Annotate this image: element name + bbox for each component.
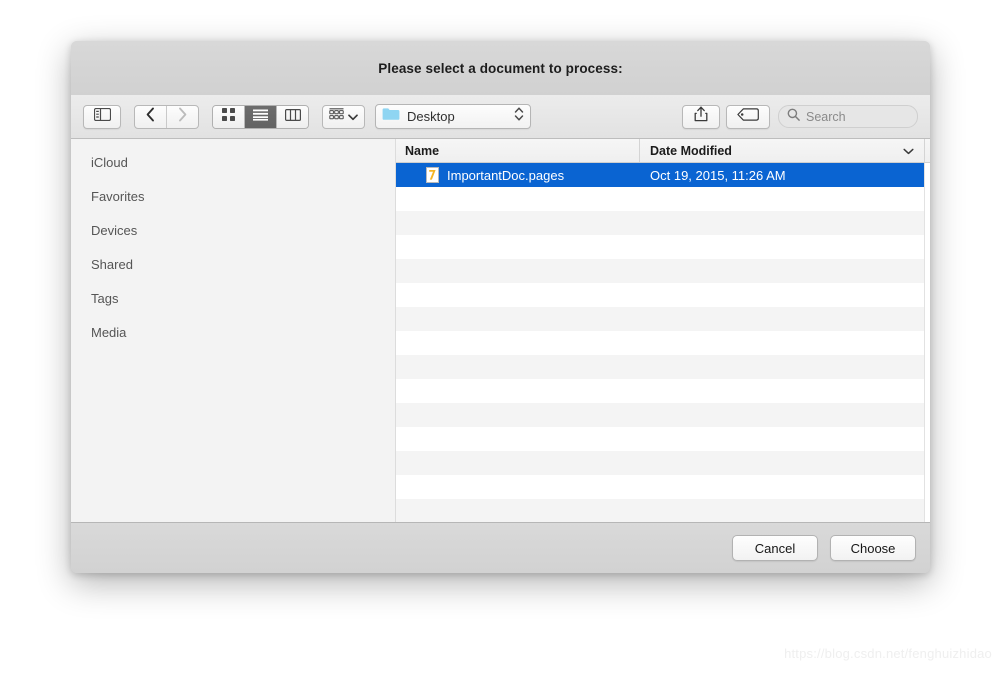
chevron-down-icon <box>348 108 358 126</box>
dialog-title: Please select a document to process: <box>378 61 622 76</box>
view-mode-list-view[interactable] <box>245 106 277 128</box>
arrange-grid-icon <box>329 108 344 126</box>
search-icon <box>787 108 800 126</box>
empty-row <box>396 451 930 475</box>
sidebar-item-label: Tags <box>91 291 118 306</box>
empty-row <box>396 499 930 522</box>
dialog-titlebar: Please select a document to process: <box>71 41 930 95</box>
path-label: Desktop <box>407 109 514 124</box>
forward-icon <box>178 107 187 127</box>
file-list-pane: Name Date Modified <box>396 139 930 522</box>
vertical-scrollbar[interactable] <box>924 163 930 522</box>
empty-row <box>396 427 930 451</box>
list-view-icon <box>253 108 268 126</box>
empty-row <box>396 187 930 211</box>
cancel-button[interactable]: Cancel <box>732 535 818 561</box>
view-mode-segmented-control <box>212 105 309 129</box>
view-mode-column-view[interactable] <box>277 106 308 128</box>
sidebar-item-shared[interactable]: Shared <box>71 247 395 281</box>
finder-toolbar: Desktop <box>71 95 930 139</box>
empty-row <box>396 355 930 379</box>
sidebar-toggle-icon <box>94 108 111 126</box>
empty-row <box>396 403 930 427</box>
share-button[interactable] <box>682 105 720 129</box>
sidebar-toggle-button[interactable] <box>83 105 121 129</box>
empty-row <box>396 379 930 403</box>
sidebar-item-media[interactable]: Media <box>71 315 395 349</box>
column-header-date-label: Date Modified <box>650 144 732 158</box>
watermark-text: https://blog.csdn.net/fenghuizhidao <box>784 646 992 661</box>
table-row[interactable]: ImportantDoc.pages Oct 19, 2015, 11:26 A… <box>396 163 930 187</box>
updown-chevrons-icon <box>514 106 524 127</box>
sidebar-item-icloud[interactable]: iCloud <box>71 145 395 179</box>
back-button[interactable] <box>135 106 166 128</box>
sidebar-item-label: Shared <box>91 257 133 272</box>
file-name-cell: ImportantDoc.pages <box>396 167 640 183</box>
sidebar-item-tags[interactable]: Tags <box>71 281 395 315</box>
sidebar-item-label: Media <box>91 325 126 340</box>
sort-chevron-down-icon <box>903 144 914 158</box>
back-icon <box>146 107 155 127</box>
path-popup-button[interactable]: Desktop <box>375 104 531 129</box>
tag-button[interactable] <box>726 105 770 129</box>
icon-view-icon <box>222 108 235 126</box>
search-placeholder: Search <box>806 110 846 124</box>
empty-row <box>396 475 930 499</box>
column-header-row: Name Date Modified <box>396 139 930 163</box>
navigation-group <box>134 105 199 129</box>
file-name-label: ImportantDoc.pages <box>447 168 564 183</box>
column-view-icon <box>285 108 301 126</box>
sidebar-item-label: Favorites <box>91 189 144 204</box>
empty-row <box>396 235 930 259</box>
cancel-button-label: Cancel <box>755 541 795 556</box>
folder-icon <box>382 107 400 126</box>
arrange-by-button[interactable] <box>322 105 365 129</box>
empty-row <box>396 307 930 331</box>
share-icon <box>694 106 708 127</box>
sidebar-item-favorites[interactable]: Favorites <box>71 179 395 213</box>
sidebar-item-label: Devices <box>91 223 137 238</box>
sidebar: iCloud Favorites Devices Shared Tags Med… <box>71 139 396 522</box>
column-header-name[interactable]: Name <box>396 139 640 162</box>
choose-button[interactable]: Choose <box>830 535 916 561</box>
view-mode-icon-view[interactable] <box>213 106 245 128</box>
dialog-footer: Cancel Choose <box>71 522 930 573</box>
empty-row <box>396 331 930 355</box>
file-picker-dialog: Please select a document to process: <box>71 41 930 573</box>
dialog-body: iCloud Favorites Devices Shared Tags Med… <box>71 139 930 522</box>
search-input[interactable]: Search <box>778 105 918 128</box>
file-date-cell: Oct 19, 2015, 11:26 AM <box>640 168 930 183</box>
choose-button-label: Choose <box>851 541 896 556</box>
column-header-name-label: Name <box>405 144 439 158</box>
forward-button[interactable] <box>167 106 198 128</box>
sidebar-item-devices[interactable]: Devices <box>71 213 395 247</box>
empty-row <box>396 283 930 307</box>
column-header-date-modified[interactable]: Date Modified <box>640 139 925 162</box>
tag-icon <box>737 108 759 126</box>
file-rows-container[interactable]: ImportantDoc.pages Oct 19, 2015, 11:26 A… <box>396 163 930 522</box>
sidebar-item-label: iCloud <box>91 155 128 170</box>
empty-row <box>396 259 930 283</box>
pages-document-icon <box>426 167 439 183</box>
empty-row <box>396 211 930 235</box>
